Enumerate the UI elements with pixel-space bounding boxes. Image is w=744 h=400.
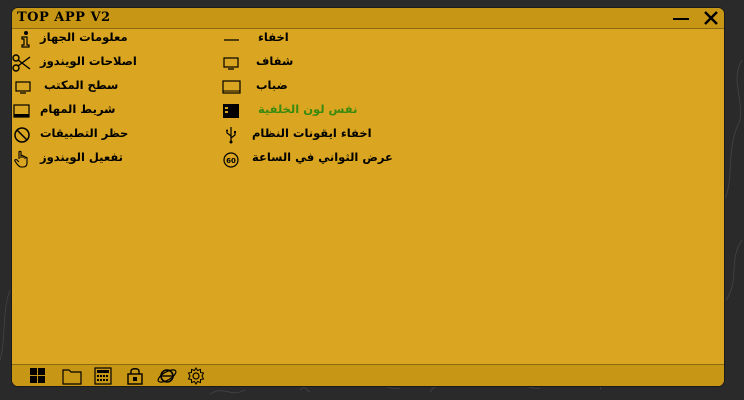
block-icon xyxy=(12,126,32,144)
menu-item-device-info[interactable]: معلومات الجهاز xyxy=(15,29,135,49)
lock-icon xyxy=(127,368,143,385)
monitor-icon xyxy=(222,54,242,72)
menu-item-windows-fixes[interactable]: اصلاحات الويندوز xyxy=(12,53,137,73)
menu-item-label: اصلاحات الويندوز xyxy=(40,54,137,68)
monitor-frame-icon xyxy=(222,78,242,96)
menu-item-label: سطح المكتب xyxy=(44,78,119,92)
menu-item-hide-system-icons[interactable]: اخفاء ايقونات النظام xyxy=(222,125,382,145)
menu-item-label: اخفاء ايقونات النظام xyxy=(252,126,372,140)
menu-item-hide[interactable]: اخفاء xyxy=(222,29,312,49)
windows-icon xyxy=(30,368,45,383)
menu-item-label: نفس لون الخلفية xyxy=(258,102,358,116)
scissors-icon xyxy=(12,54,32,72)
calculator-icon xyxy=(94,367,112,385)
menu-item-show-seconds-clock[interactable]: 60 عرض الثواني في الساعة xyxy=(222,149,393,169)
menu-item-label: شفاف xyxy=(256,54,294,68)
desktop-icon xyxy=(14,78,34,96)
dash-icon xyxy=(222,30,242,48)
info-icon xyxy=(15,30,35,48)
menu-item-label: حظر التطبيقات xyxy=(40,126,129,140)
menu-item-label: اخفاء xyxy=(258,30,289,44)
internet-explorer-icon xyxy=(157,369,177,383)
clock-seconds-icon: 60 xyxy=(222,150,242,168)
usb-icon xyxy=(222,126,242,144)
menu-item-taskbar[interactable]: شريط المهام xyxy=(12,101,127,121)
browser-button[interactable] xyxy=(157,367,177,385)
menu-item-label: عرض الثواني في الساعة xyxy=(252,150,393,164)
calculator-button[interactable] xyxy=(93,367,113,385)
lock-button[interactable] xyxy=(125,367,145,385)
minimize-icon xyxy=(673,18,689,20)
minimize-button[interactable] xyxy=(672,10,690,26)
menu-item-activate-windows[interactable]: تفعيل الويندوز xyxy=(12,149,127,169)
close-icon xyxy=(704,11,718,25)
menu-item-transparent[interactable]: شفاف xyxy=(222,53,312,73)
taskbar-icon xyxy=(12,102,32,120)
folder-icon xyxy=(62,369,82,385)
bottom-toolbar xyxy=(12,364,724,386)
menu-item-label: معلومات الجهاز xyxy=(40,30,128,44)
settings-gear-icon xyxy=(187,367,205,385)
settings-button[interactable] xyxy=(186,367,206,385)
window-list-icon xyxy=(222,102,242,120)
folder-button[interactable] xyxy=(62,367,82,385)
title-bar: TOP APP V2 xyxy=(12,8,724,29)
menu-item-label: شريط المهام xyxy=(40,102,116,116)
menu-item-block-apps[interactable]: حظر التطبيقات xyxy=(12,125,129,145)
menu-item-label: ضباب xyxy=(256,78,288,92)
close-button[interactable] xyxy=(702,10,720,26)
window-title: TOP APP V2 xyxy=(17,10,111,25)
menu-item-desktop[interactable]: سطح المكتب xyxy=(14,77,124,97)
main-window: TOP APP V2 معلومات الجهاز اصلاحات الويند… xyxy=(12,8,724,386)
svg-text:60: 60 xyxy=(226,157,236,165)
menu-item-same-background-color[interactable]: نفس لون الخلفية xyxy=(222,101,372,121)
menu-item-blur[interactable]: ضباب xyxy=(222,77,312,97)
menu-item-label: تفعيل الويندوز xyxy=(40,150,123,164)
windows-button[interactable] xyxy=(28,367,48,385)
hand-pointer-icon xyxy=(12,150,32,168)
